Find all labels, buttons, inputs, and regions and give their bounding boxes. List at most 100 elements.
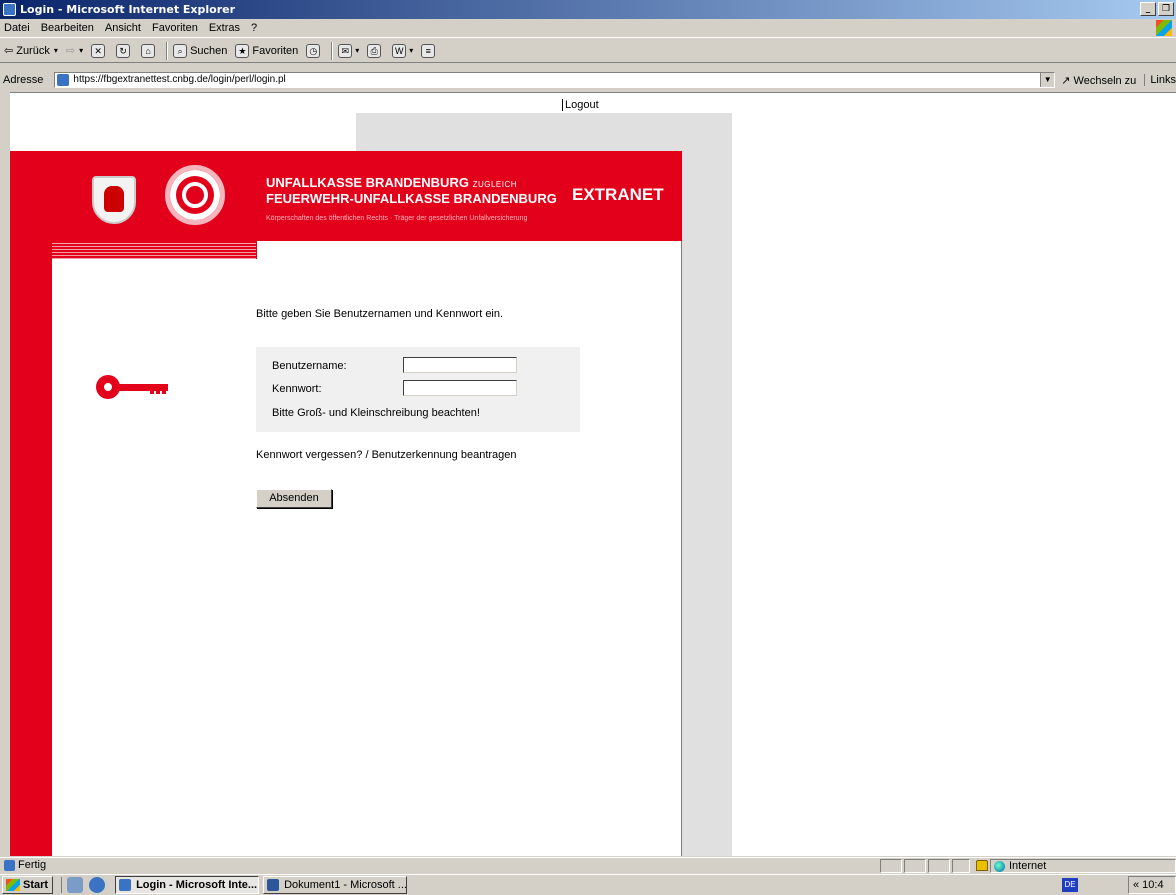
print-button[interactable]: ⎙ (367, 43, 384, 58)
taskbar-item-ie[interactable]: Login - Microsoft Inte... (115, 876, 260, 894)
refresh-button[interactable]: ↻ (116, 43, 133, 58)
standard-toolbar: ⇦ Zurück ▾ ⇨ ▾ ✕ ↻ ⌂ ⌕ Suchen ★ Favorite… (0, 39, 1176, 63)
mail-button[interactable]: ✉ ▾ (338, 43, 360, 58)
banner-title: UNFALLKASSE BRANDENBURG (266, 175, 469, 190)
back-button[interactable]: ⇦ Zurück ▾ (4, 44, 58, 58)
menu-help[interactable]: ? (251, 22, 257, 34)
header-banner: UNFALLKASSE BRANDENBURG ZUGLEICH FEUERWE… (10, 151, 682, 241)
menu-bar: Datei Bearbeiten Ansicht Favoriten Extra… (0, 19, 1176, 38)
restore-button[interactable]: ❐ (1158, 2, 1174, 16)
windows-logo-icon (1156, 20, 1172, 36)
ie-icon[interactable] (89, 877, 106, 893)
word-icon: W (392, 43, 407, 58)
case-sensitivity-hint: Bitte Groß- und Kleinschreibung beachten… (272, 407, 480, 419)
left-red-bar (10, 241, 52, 856)
lock-icon (976, 860, 988, 871)
mail-icon: ✉ (338, 43, 353, 58)
forward-button[interactable]: ⇨ ▾ (66, 44, 83, 57)
banner-line1: UNFALLKASSE BRANDENBURG ZUGLEICH (266, 175, 517, 190)
search-button[interactable]: ⌕ Suchen (173, 43, 228, 58)
go-label: Wechseln zu (1073, 74, 1137, 87)
home-icon: ⌂ (141, 43, 156, 58)
viewport-edge (0, 92, 10, 856)
page-viewport: Logout UNFALLKASSE BRANDENBURG ZUGLEICH … (10, 92, 1176, 856)
arrow-left-icon: ⇦ (4, 45, 14, 57)
search-label: Suchen (190, 44, 228, 57)
page-icon (57, 74, 70, 86)
links-button[interactable]: Links (1144, 74, 1176, 86)
home-button[interactable]: ⌂ (141, 43, 158, 58)
history-button[interactable]: ◷ (306, 43, 323, 58)
status-cell (928, 859, 950, 873)
desktop-icon[interactable] (67, 877, 84, 893)
chevron-down-icon: ▾ (53, 46, 58, 55)
chevron-down-icon: ▾ (355, 46, 360, 55)
password-input[interactable] (403, 380, 517, 396)
toolbar-separator (331, 41, 334, 60)
menu-datei[interactable]: Datei (4, 22, 30, 34)
system-tray: DE « 10:4 (1062, 876, 1176, 894)
status-text: Fertig (4, 858, 46, 873)
minimize-button[interactable]: _ (1140, 2, 1156, 16)
key-icon (96, 375, 176, 399)
content-panel (52, 241, 682, 856)
clock: « 10:4 (1128, 876, 1176, 894)
logout-link[interactable]: Logout (562, 99, 599, 111)
zone-label: Internet (1009, 860, 1047, 872)
menu-favoriten[interactable]: Favoriten (152, 22, 198, 34)
login-form: Benutzername: Kennwort: Bitte Groß- und … (256, 347, 580, 432)
ie-icon (119, 879, 132, 891)
forgot-password-link[interactable]: Kennwort vergessen? / Benutzerkennung be… (256, 449, 517, 461)
window-titlebar: Login - Microsoft Internet Explorer _ ❐ (0, 0, 1176, 19)
refresh-icon: ↻ (116, 43, 131, 58)
banner-line2: FEUERWEHR-UNFALLKASSE BRANDENBURG (266, 191, 557, 206)
status-cell (952, 859, 970, 873)
address-dropdown-icon[interactable]: ▼ (1040, 73, 1055, 87)
chevron-down-icon: ▾ (409, 46, 414, 55)
status-label: Fertig (18, 859, 47, 871)
address-bar: Adresse https://fbgextranettest.cnbg.de/… (0, 71, 1176, 89)
banner-zugleich: ZUGLEICH (472, 180, 518, 189)
language-indicator[interactable]: DE (1062, 878, 1078, 892)
start-button[interactable]: Start (2, 876, 54, 894)
task-label: Login - Microsoft Inte... (136, 879, 258, 891)
menu-extras[interactable]: Extras (209, 22, 240, 34)
print-icon: ⎙ (367, 43, 382, 58)
favorites-icon: ★ (235, 43, 250, 58)
globe-icon (994, 861, 1005, 872)
chevron-down-icon: ▾ (79, 46, 84, 55)
go-button[interactable]: ↗ Wechseln zu (1061, 74, 1136, 87)
submit-button[interactable]: Absenden (256, 489, 332, 508)
ie-icon (3, 3, 16, 16)
start-label: Start (23, 879, 49, 891)
taskbar: Start Login - Microsoft Inte... Dokument… (0, 874, 1176, 895)
discuss-button[interactable]: ≡ (421, 43, 438, 58)
arrow-right-icon: ⇨ (65, 45, 76, 57)
menu-ansicht[interactable]: Ansicht (105, 22, 141, 34)
address-input[interactable]: https://fbgextranettest.cnbg.de/login/pe… (54, 72, 1056, 88)
favorites-label: Favoriten (252, 44, 299, 57)
unfallkasse-emblem-icon (165, 165, 225, 225)
back-label: Zurück (16, 44, 50, 57)
menu-bearbeiten[interactable]: Bearbeiten (41, 22, 94, 34)
address-label: Adresse (3, 74, 44, 86)
taskbar-item-word[interactable]: Dokument1 - Microsoft ... (263, 876, 408, 894)
decorative-tick (256, 241, 257, 259)
word-icon (267, 879, 280, 891)
username-input[interactable] (403, 357, 517, 373)
stop-button[interactable]: ✕ (91, 43, 108, 58)
banner-subline: Körperschaften des öffentlichen Rechts ·… (266, 215, 528, 222)
history-icon: ◷ (306, 43, 321, 58)
address-url: https://fbgextranettest.cnbg.de/login/pe… (73, 74, 286, 85)
page-icon (4, 860, 15, 871)
toolbar-separator (166, 41, 169, 60)
task-label: Dokument1 - Microsoft ... (284, 879, 407, 891)
status-cells (880, 859, 992, 873)
decorative-stripe (52, 241, 256, 259)
stop-icon: ✕ (91, 43, 106, 58)
favorites-button[interactable]: ★ Favoriten (235, 43, 299, 58)
status-cell (880, 859, 902, 873)
document-icon: ≡ (421, 43, 436, 58)
edit-button[interactable]: W ▾ (392, 43, 414, 58)
security-zone: Internet (990, 859, 1176, 873)
